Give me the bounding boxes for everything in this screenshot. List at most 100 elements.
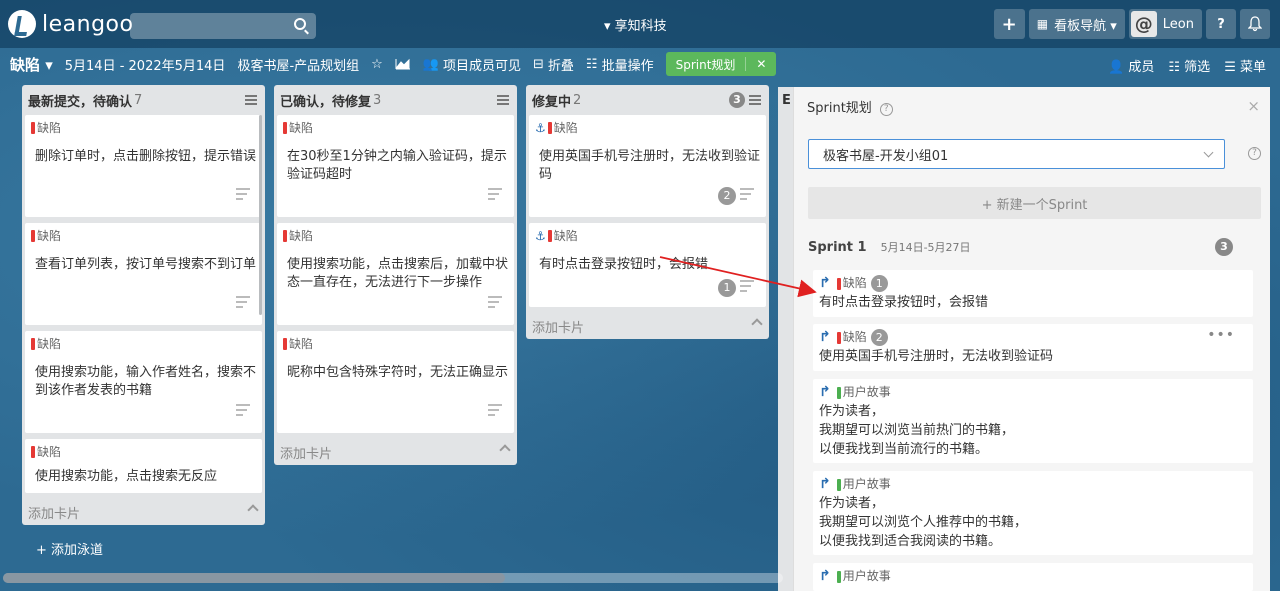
lane-header[interactable]: 修复中 2 3	[526, 85, 769, 115]
partial-lane: E	[778, 87, 793, 591]
help-button[interactable]: ?	[1206, 9, 1236, 39]
help-icon[interactable]: ?	[879, 103, 893, 116]
card-tag-label: 缺陷	[289, 121, 314, 135]
lane-scrollbar[interactable]	[259, 115, 262, 315]
avatar: @	[1130, 11, 1157, 37]
partial-lane-title: E	[782, 93, 791, 108]
card[interactable]: 缺陷 昵称中包含特殊字符时，无法正确显示	[277, 331, 514, 433]
help-icon[interactable]: ?	[1248, 147, 1261, 160]
new-sprint-button[interactable]: + 新建一个Sprint	[808, 187, 1261, 219]
card-tag-label: 缺陷	[37, 445, 62, 459]
card[interactable]: 缺陷 使用搜索功能，点击搜索后，加载中状态一直存在，无法进行下一步操作	[277, 223, 514, 325]
card[interactable]: 缺陷 在30秒至1分钟之内输入验证码，提示验证码超时	[277, 115, 514, 217]
description-icon	[740, 280, 754, 295]
top-navbar: leangoo ▾ 享知科技 + ▦ 看板导航 ▾ @ Leon ?	[0, 0, 1280, 48]
sprint-planning-panel: Sprint规划? × 极客书屋-开发小组01 ? + 新建一个Sprint S…	[793, 87, 1270, 591]
lane-menu-icon[interactable]	[497, 95, 509, 105]
card-text: 使用英国手机号注册时，无法收到验证码	[539, 149, 761, 182]
logo[interactable]: leangoo	[8, 10, 133, 38]
project-name[interactable]: 极客书屋-产品规划组	[237, 55, 359, 74]
defect-tag-color	[31, 337, 35, 350]
user-menu[interactable]: @ Leon	[1128, 9, 1202, 39]
sprint-card[interactable]: ↱ 用户故事 作为读者， 我期望可以浏览个人推荐中的书籍， 以便我找到适合我阅读的…	[813, 471, 1253, 555]
visibility-button[interactable]: 👥 项目成员可见	[423, 55, 521, 74]
story-tag-color	[836, 478, 841, 491]
description-icon	[236, 296, 250, 311]
card[interactable]: 缺陷 查看订单列表，按订单号搜索不到订单	[25, 223, 262, 325]
add-card-button[interactable]: 添加卡片	[22, 499, 265, 525]
collapse-up-icon[interactable]	[751, 318, 763, 330]
card[interactable]: 缺陷 删除订单时，点击删除按钮，提示错误	[25, 115, 262, 217]
card-text-line: 以便我找到适合我阅读的书籍。	[819, 534, 1002, 549]
search-icon[interactable]	[294, 18, 306, 30]
sprint-header[interactable]: Sprint 1 5月14日-5月27日	[808, 239, 971, 255]
sprint-name: Sprint 1	[808, 239, 867, 255]
board-title[interactable]: 缺陷 ▾	[10, 54, 53, 75]
card-tag: ⚓ 缺陷	[535, 227, 760, 244]
card[interactable]: 缺陷 使用搜索功能，点击搜索无反应	[25, 439, 262, 493]
horizontal-scrollbar[interactable]	[3, 573, 783, 583]
chart-icon[interactable]	[395, 58, 411, 70]
batch-button[interactable]: ☷ 批量操作	[586, 55, 654, 74]
card-tag: 缺陷	[283, 227, 508, 244]
card-number-badge: 2	[718, 187, 736, 205]
add-card-button[interactable]: 添加卡片	[526, 313, 769, 339]
sprint-planning-toggle[interactable]: Sprint规划 ✕	[665, 52, 777, 76]
user-icon: 👤	[1108, 60, 1125, 75]
card-text-line: 我期望可以浏览当前热门的书籍，	[819, 423, 1015, 438]
card-text: 使用搜索功能，点击搜索无反应	[35, 469, 218, 484]
description-icon	[488, 296, 502, 311]
card[interactable]: ⚓ 缺陷 使用英国手机号注册时，无法收到验证码 2	[529, 115, 766, 217]
share-icon: ↱	[819, 476, 831, 492]
anchor-icon: ⚓	[535, 228, 546, 243]
description-icon	[236, 188, 250, 203]
sprint-card[interactable]: ↱ 缺陷 2 使用英国手机号注册时，无法收到验证码 •••	[813, 324, 1253, 371]
menu-button[interactable]: ☰ 菜单	[1224, 56, 1266, 75]
sprint-card[interactable]: ↱ 用户故事	[813, 563, 1253, 591]
filter-button[interactable]: ☷ 筛选	[1168, 56, 1210, 75]
team-select[interactable]: 极客书屋-开发小组01	[808, 139, 1225, 169]
card-tag-label: 缺陷	[37, 229, 62, 243]
card-tag-label: 缺陷	[289, 337, 314, 351]
lane-title: 修复中	[532, 94, 572, 110]
lane-menu-icon[interactable]	[749, 95, 761, 105]
scrollbar-thumb[interactable]	[3, 573, 505, 583]
card-tag-label: 用户故事	[842, 477, 891, 491]
card[interactable]: ⚓ 缺陷 有时点击登录按钮时，会报错 1	[529, 223, 766, 307]
lane-menu-icon[interactable]	[245, 95, 257, 105]
star-icon[interactable]: ☆	[371, 57, 383, 72]
sprint-card[interactable]: ↱ 缺陷 1 有时点击登录按钮时，会报错	[813, 270, 1253, 317]
members-button[interactable]: 👤 成员	[1108, 56, 1154, 75]
card-text: 使用英国手机号注册时，无法收到验证码	[819, 349, 1054, 364]
leangoo-logo-icon	[8, 10, 36, 38]
card[interactable]: 缺陷 使用搜索功能，输入作者姓名，搜索不到该作者发表的书籍	[25, 331, 262, 433]
chevron-down-icon	[1203, 147, 1214, 158]
add-button[interactable]: +	[993, 9, 1025, 39]
add-lane-button[interactable]: + 添加泳道	[36, 539, 103, 558]
description-icon	[740, 188, 754, 203]
lane-count: 2	[573, 92, 582, 108]
card-text: 查看订单列表，按订单号搜索不到订单	[35, 257, 257, 272]
members-label: 成员	[1128, 60, 1155, 75]
menu-label: 菜单	[1239, 60, 1266, 75]
org-switcher[interactable]: ▾ 享知科技	[604, 15, 667, 34]
sprint-card[interactable]: ↱ 用户故事 作为读者， 我期望可以浏览当前热门的书籍， 以便我找到当前流行的书籍…	[813, 379, 1253, 463]
card-text: 有时点击登录按钮时，会报错	[819, 295, 989, 310]
card-tag: 缺陷	[31, 119, 256, 136]
collapse-button[interactable]: ⊟ 折叠	[533, 55, 574, 74]
add-card-button[interactable]: 添加卡片	[274, 439, 517, 465]
lane-header[interactable]: 已确认，待修复 3	[274, 85, 517, 115]
card-tag-label: 缺陷	[842, 330, 867, 344]
close-sprint-icon[interactable]: ✕	[745, 57, 776, 71]
close-icon[interactable]: ×	[1247, 97, 1260, 115]
search-input[interactable]	[130, 13, 316, 39]
board-nav-button[interactable]: ▦ 看板导航 ▾	[1028, 9, 1125, 39]
card-tag: ↱ 缺陷 1	[819, 274, 1247, 293]
collapse-up-icon[interactable]	[499, 444, 511, 456]
card-tag-label: 缺陷	[553, 229, 578, 243]
lane-header[interactable]: 最新提交，待确认 7	[22, 85, 265, 115]
collapse-up-icon[interactable]	[247, 504, 259, 516]
board-date-range[interactable]: 5月14日 - 2022年5月14日	[65, 55, 226, 74]
notification-bell-icon[interactable]	[1240, 9, 1270, 39]
more-icon[interactable]: •••	[1207, 326, 1235, 345]
